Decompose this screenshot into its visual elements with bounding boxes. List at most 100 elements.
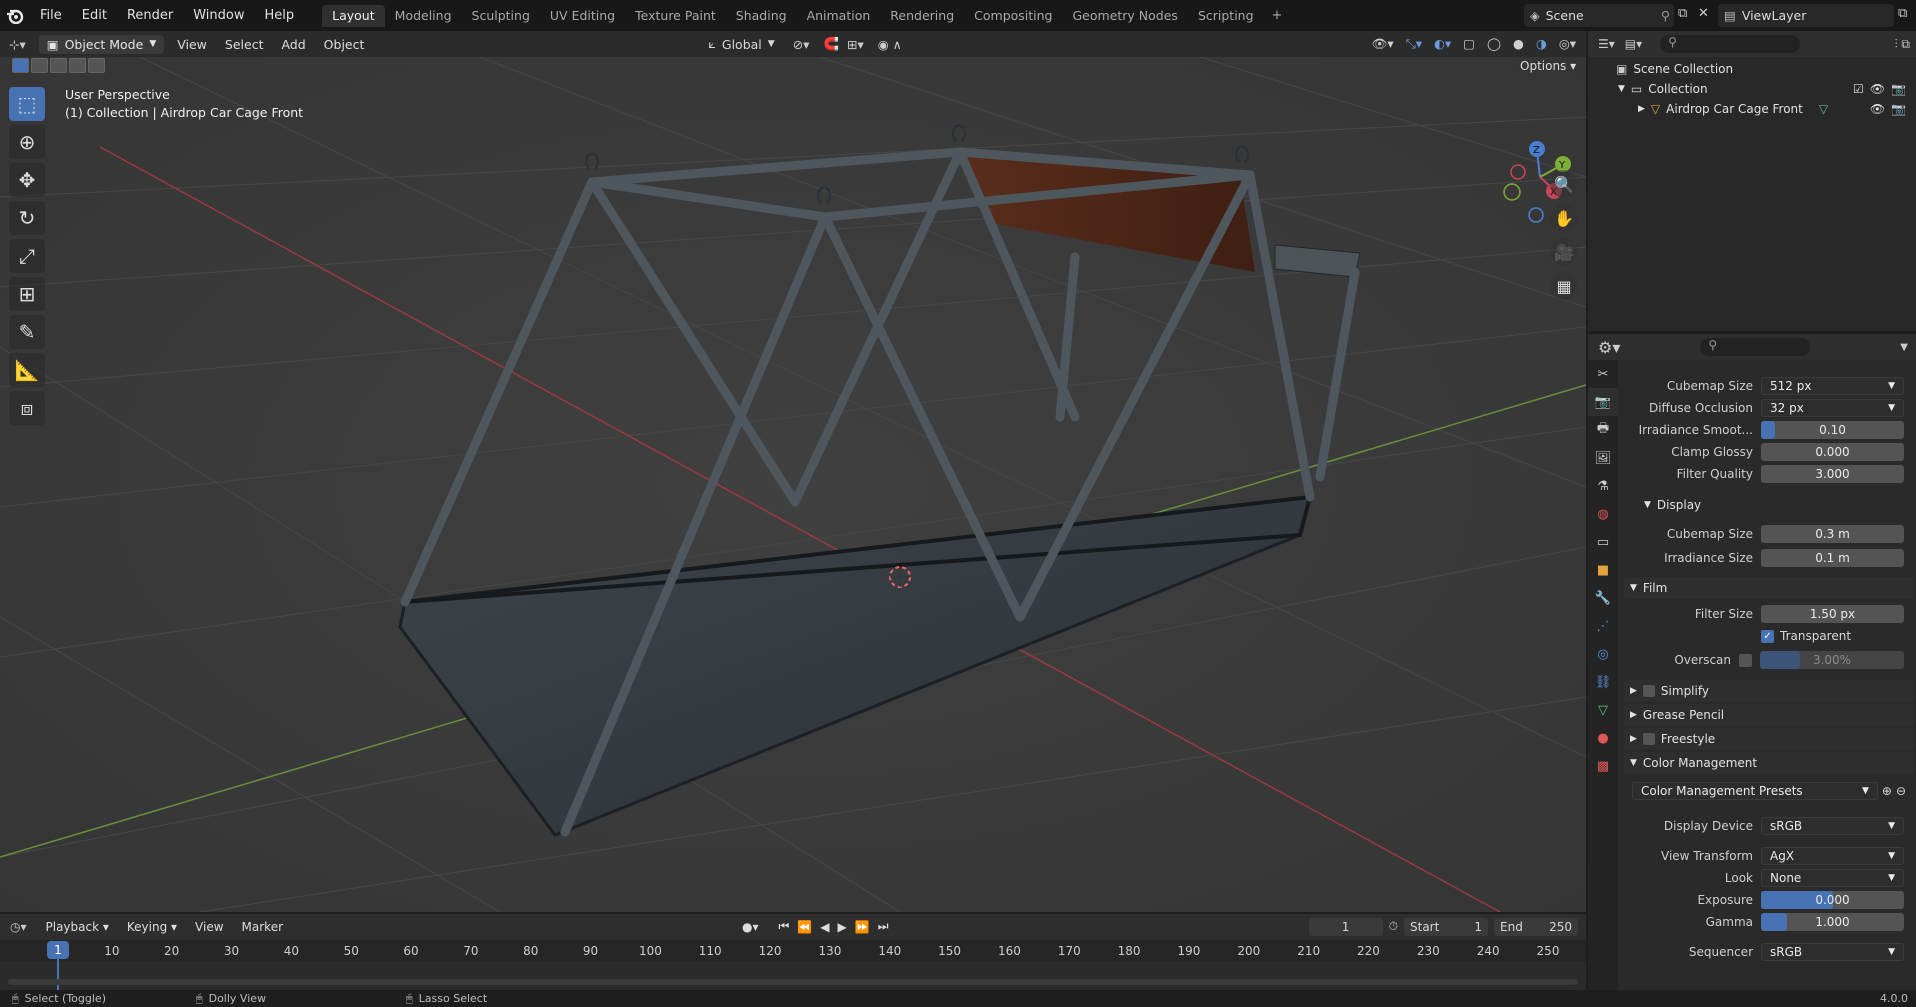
menu-select[interactable]: Select	[216, 37, 273, 52]
filter-icon[interactable]: ⫶ ⧉	[1895, 37, 1916, 52]
menu-playback[interactable]: Playback ▾	[37, 920, 118, 934]
pan-hand-icon[interactable]: ✋	[1550, 204, 1578, 232]
blender-logo-icon[interactable]	[0, 0, 30, 31]
menu-object[interactable]: Object	[315, 37, 374, 52]
editor-type-icon[interactable]: ⊹▾	[0, 37, 35, 52]
display-cubemap-field[interactable]: 0.3 m	[1761, 525, 1904, 543]
menu-file[interactable]: File	[30, 0, 72, 31]
menu-view[interactable]: View	[168, 37, 216, 52]
display-device-dropdown[interactable]: sRGB ▼	[1761, 817, 1904, 835]
transparent-checkbox[interactable]: ✓	[1761, 629, 1774, 643]
menu-keying[interactable]: Keying ▾	[118, 920, 186, 934]
particles-tab-icon[interactable]: ⋰	[1588, 612, 1618, 640]
checkbox-icon[interactable]: ☑	[1853, 82, 1864, 96]
remove-preset-icon[interactable]: ⊖	[1896, 784, 1906, 798]
play-icon[interactable]: ▶	[838, 920, 847, 934]
menu-window[interactable]: Window	[183, 0, 254, 31]
ortho-grid-icon[interactable]: ▦	[1550, 272, 1578, 300]
visibility-icon[interactable]: 👁▾	[1372, 36, 1394, 52]
menu-marker[interactable]: Marker	[233, 920, 292, 934]
constraints-tab-icon[interactable]: ⛓	[1588, 668, 1618, 696]
freestyle-checkbox[interactable]	[1642, 733, 1655, 745]
data-tab-icon[interactable]: ▽	[1588, 696, 1618, 724]
clamp-glossy-field[interactable]: 0.000	[1761, 443, 1904, 461]
color-management-panel-header[interactable]: ▼ Color Management	[1624, 752, 1914, 774]
clock-editor-icon[interactable]: ◷▾	[0, 920, 37, 934]
select-extend-icon[interactable]	[31, 58, 48, 73]
object-tab-icon[interactable]: ■	[1588, 556, 1618, 584]
editor-type-icon[interactable]: ⚙▾	[1588, 338, 1630, 357]
view-layer-tab-icon[interactable]: 🖼	[1588, 444, 1618, 472]
material-tab-icon[interactable]: ●	[1588, 724, 1618, 752]
overlay-toggle-icon[interactable]: ◐▾	[1434, 36, 1451, 52]
mode-dropdown[interactable]: ▣ Object Mode ▼	[38, 34, 165, 54]
jump-start-icon[interactable]: ⏮	[779, 919, 790, 934]
display-irradiance-field[interactable]: 0.1 m	[1761, 549, 1904, 567]
scale-tool-icon[interactable]: ⤢	[9, 239, 45, 273]
grease-pencil-panel-header[interactable]: ▶ Grease Pencil	[1624, 704, 1914, 726]
select-intersect-icon[interactable]	[88, 58, 105, 73]
material-shading-icon[interactable]: ◑	[1536, 36, 1547, 52]
modifier-tab-icon[interactable]: 🔧	[1588, 584, 1618, 612]
scene-selector[interactable]: ◈ Scene ⚲	[1524, 4, 1674, 27]
tool-tab-icon[interactable]: ✂	[1588, 360, 1618, 388]
timeline-scrollbar[interactable]	[8, 979, 1578, 985]
film-panel-header[interactable]: ▼ Film	[1624, 577, 1914, 599]
cubemap-size-dropdown[interactable]: 512 px ▼	[1761, 377, 1904, 395]
diffuse-occlusion-dropdown[interactable]: 32 px ▼	[1761, 399, 1904, 417]
camera-view-icon[interactable]: 🎥	[1550, 238, 1578, 266]
overscan-checkbox[interactable]	[1739, 653, 1752, 667]
outliner-row-scene-collection[interactable]: ▣ Scene Collection	[1588, 59, 1916, 79]
delete-scene-icon[interactable]: ✕	[1698, 6, 1709, 21]
tab-modeling[interactable]: Modeling	[385, 5, 462, 27]
tab-layout[interactable]: Layout	[322, 4, 385, 27]
cursor-tool-icon[interactable]: ⊕	[9, 125, 45, 159]
expand-arrow-icon[interactable]: ▼	[1618, 84, 1625, 94]
display-subpanel-header[interactable]: ▼ Display	[1638, 494, 1914, 516]
chevron-down-icon[interactable]: ▼	[1900, 342, 1916, 353]
transform-orientation[interactable]: ⟀ Global ▼	[708, 36, 774, 52]
menu-render[interactable]: Render	[117, 0, 183, 31]
solid-shading-icon[interactable]: ●	[1513, 36, 1524, 52]
outliner-search-input[interactable]: ⚲	[1660, 35, 1801, 53]
tab-compositing[interactable]: Compositing	[964, 5, 1062, 27]
exposure-slider[interactable]: 0.000	[1761, 891, 1904, 909]
current-frame-field[interactable]: 1	[1308, 917, 1383, 936]
record-icon[interactable]: ●▾	[742, 920, 759, 934]
physics-tab-icon[interactable]: ◎	[1588, 640, 1618, 668]
simplify-checkbox[interactable]	[1642, 685, 1655, 697]
filter-size-field[interactable]: 1.50 px	[1761, 605, 1904, 623]
tab-animation[interactable]: Animation	[797, 5, 881, 27]
3d-viewport[interactable]: Z Y X ⬚ ⊕ ✥ ↻ ⤢ ⊞ ✎ 📐 ⧈ User Perspective…	[0, 57, 1586, 912]
world-tab-icon[interactable]: ◍	[1588, 500, 1618, 528]
end-frame-field[interactable]: End 250	[1494, 917, 1578, 936]
proportional-edit-icon[interactable]: ◉ ∧	[878, 37, 902, 52]
snap-icon[interactable]: 🧲	[823, 36, 839, 52]
annotate-tool-icon[interactable]: ✎	[9, 315, 45, 349]
simplify-panel-header[interactable]: ▶ Simplify	[1624, 680, 1914, 702]
freestyle-panel-header[interactable]: ▶ Freestyle	[1624, 728, 1914, 750]
measure-tool-icon[interactable]: 📐	[9, 353, 45, 387]
viewlayer-selector[interactable]: ▤ ViewLayer	[1718, 4, 1894, 27]
add-cube-tool-icon[interactable]: ⧈	[9, 391, 45, 425]
editor-type-icon[interactable]: ☰▾	[1588, 37, 1625, 51]
tab-rendering[interactable]: Rendering	[880, 5, 964, 27]
add-preset-icon[interactable]: ⊕	[1882, 784, 1892, 798]
filter-quality-field[interactable]: 3.000	[1761, 465, 1904, 483]
sequencer-dropdown[interactable]: sRGB ▼	[1761, 943, 1904, 961]
playhead[interactable]: 1	[47, 941, 69, 959]
jump-keyframe-back-icon[interactable]: ⏪	[797, 920, 812, 934]
snap-target-icon[interactable]: ⊞▾	[847, 37, 864, 52]
mesh-data-icon[interactable]: ▽	[1819, 102, 1828, 116]
menu-add[interactable]: Add	[272, 37, 314, 52]
cm-presets-dropdown[interactable]: Color Management Presets ▼	[1632, 782, 1878, 800]
menu-help[interactable]: Help	[255, 0, 305, 31]
view-transform-dropdown[interactable]: AgX ▼	[1761, 847, 1904, 865]
start-frame-field[interactable]: Start 1	[1404, 917, 1488, 936]
select-subtract-icon[interactable]	[50, 58, 67, 73]
tab-shading[interactable]: Shading	[726, 5, 797, 27]
menu-edit[interactable]: Edit	[72, 0, 117, 31]
xray-icon[interactable]: ▢	[1463, 36, 1475, 52]
pin-icon[interactable]: ⚲	[1661, 8, 1674, 23]
scene-tab-icon[interactable]: ⚗	[1588, 472, 1618, 500]
